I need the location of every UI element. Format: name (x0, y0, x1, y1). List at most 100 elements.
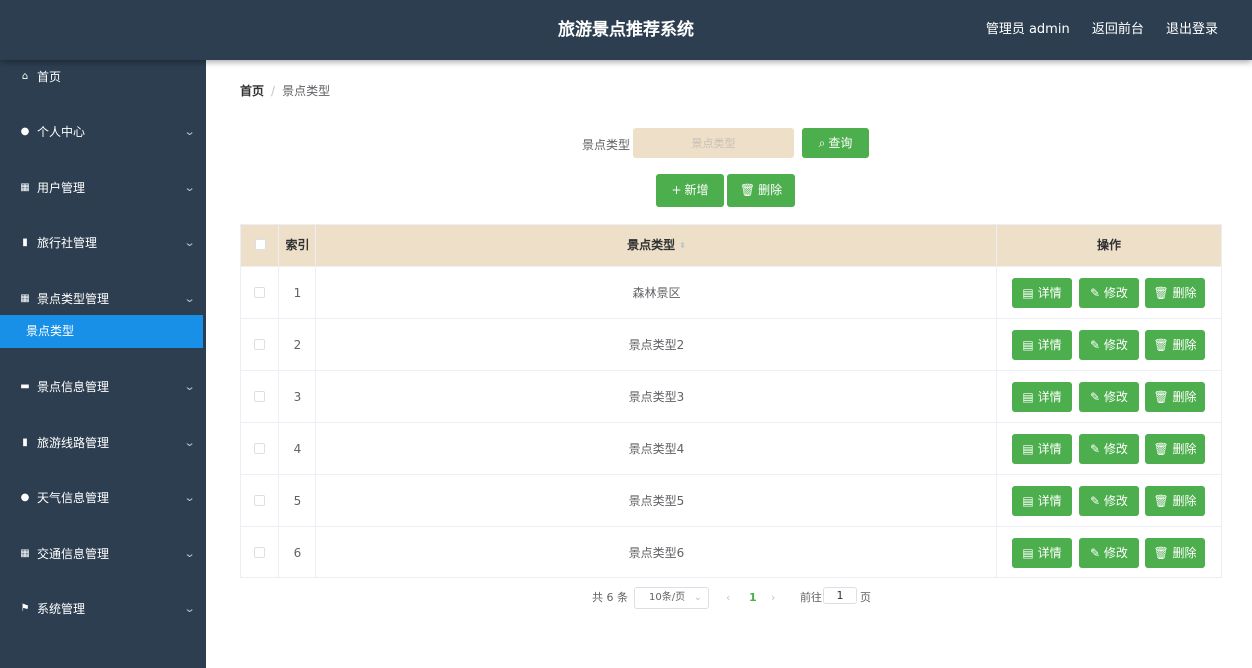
sidebar-item-home[interactable]: ⌂ 首页 (0, 61, 206, 93)
breadcrumb-separator: / (271, 84, 276, 98)
detail-button-label: 详情 (1037, 390, 1062, 404)
page-number-current[interactable]: 1 (749, 588, 757, 608)
row-checkbox[interactable] (254, 339, 265, 350)
sidebar-item-label: 交通信息管理 (37, 547, 110, 561)
sidebar-item-travel-agency[interactable]: ▮ 旅行社管理 ⌄ (0, 227, 206, 259)
batch-delete-button[interactable]: 🗑 删除 (727, 174, 795, 207)
row-index: 3 (293, 390, 302, 404)
pencil-icon: ✎ (1090, 546, 1104, 560)
sidebar-item-scenic-type-management[interactable]: ▦ 景点类型管理 ⌄ (0, 283, 206, 315)
row-index: 5 (293, 494, 302, 508)
chevron-down-icon: ⌄ (183, 436, 196, 449)
row-checkbox[interactable] (254, 495, 265, 506)
sidebar-item-weather-info[interactable]: ● 天气信息管理 ⌄ (0, 482, 206, 514)
back-to-frontend-link[interactable]: 返回前台 (1092, 22, 1144, 37)
column-header-type[interactable]: 景点类型 ⬍ (316, 225, 997, 266)
clipboard-icon: ▮ (22, 237, 28, 248)
goto-page-input[interactable]: 1 (823, 587, 857, 604)
trash-icon: 🗑 (1153, 390, 1173, 404)
row-scenic-type: 景点类型5 (628, 494, 685, 508)
delete-button[interactable]: 🗑 删除 (1145, 330, 1205, 360)
edit-button-label: 修改 (1103, 390, 1128, 404)
chevron-down-icon: ⌄ (693, 592, 702, 603)
clipboard-icon: ▮ (22, 437, 28, 448)
edit-button[interactable]: ✎ 修改 (1079, 486, 1139, 516)
detail-button[interactable]: ▤ 详情 (1012, 382, 1072, 412)
column-header-index: 索引 (285, 238, 310, 252)
delete-button-label: 删除 (1172, 442, 1197, 456)
goto-label: 前往 (800, 591, 822, 604)
sidebar-item-system-management[interactable]: ⚑ 系统管理 ⌄ (0, 593, 206, 625)
detail-button[interactable]: ▤ 详情 (1012, 434, 1072, 464)
sidebar-subitem-scenic-type[interactable]: 景点类型 (0, 315, 203, 348)
sort-icon[interactable]: ⬍ (679, 225, 686, 266)
delete-button-label: 删除 (1172, 286, 1197, 300)
row-checkbox[interactable] (254, 443, 265, 454)
admin-user-label[interactable]: 管理员 admin (986, 22, 1070, 37)
row-index: 1 (293, 286, 302, 300)
sidebar-item-travel-route[interactable]: ▮ 旅游线路管理 ⌄ (0, 427, 206, 459)
delete-button[interactable]: 🗑 删除 (1145, 382, 1205, 412)
delete-button[interactable]: 🗑 删除 (1145, 486, 1205, 516)
breadcrumb-home[interactable]: 首页 (240, 84, 264, 98)
row-scenic-type: 森林景区 (632, 286, 681, 300)
detail-button[interactable]: ▤ 详情 (1012, 330, 1072, 360)
edit-button[interactable]: ✎ 修改 (1079, 434, 1139, 464)
sidebar-item-personal-center[interactable]: ● 个人中心 ⌄ (0, 116, 206, 148)
edit-button[interactable]: ✎ 修改 (1079, 382, 1139, 412)
next-page-icon[interactable]: › (771, 588, 775, 608)
sidebar-item-label: 用户管理 (37, 181, 86, 195)
add-button[interactable]: + 新增 (656, 174, 724, 207)
delete-button[interactable]: 🗑 删除 (1145, 278, 1205, 308)
sidebar-item-scenic-info[interactable]: ▬ 景点信息管理 ⌄ (0, 371, 206, 403)
pagination-total: 共 6 条 (592, 591, 628, 604)
document-icon: ▤ (1022, 390, 1038, 404)
row-checkbox[interactable] (254, 287, 265, 298)
grid-icon: ▦ (20, 182, 30, 193)
sidebar-item-label: 景点类型管理 (37, 292, 110, 306)
detail-button[interactable]: ▤ 详情 (1012, 486, 1072, 516)
delete-button[interactable]: 🗑 删除 (1145, 538, 1205, 568)
row-index: 6 (293, 546, 302, 560)
detail-button-label: 详情 (1037, 494, 1062, 508)
sidebar: ⌂ 首页 ● 个人中心 ⌄ ▦ 用户管理 ⌄ ▮ 旅行社管理 ⌄ ▦ 景点类型管… (0, 60, 206, 668)
trash-icon: 🗑 (739, 183, 756, 197)
chevron-down-icon: ⌄ (183, 602, 196, 615)
grid-icon: ▦ (20, 293, 30, 304)
detail-button[interactable]: ▤ 详情 (1012, 538, 1072, 568)
delete-button[interactable]: 🗑 删除 (1145, 434, 1205, 464)
header-links: 管理员 admin 返回前台 退出登录 (968, 0, 1218, 60)
detail-button-label: 详情 (1037, 442, 1062, 456)
select-all-checkbox[interactable] (255, 239, 266, 250)
prev-page-icon[interactable]: ‹ (726, 588, 730, 608)
scenic-type-search-input[interactable] (633, 128, 794, 158)
ticket-icon: ▬ (20, 381, 30, 392)
row-scenic-type: 景点类型6 (628, 546, 685, 560)
sidebar-item-traffic-info[interactable]: ▦ 交通信息管理 ⌄ (0, 538, 206, 570)
sidebar-item-user-management[interactable]: ▦ 用户管理 ⌄ (0, 172, 206, 204)
edit-button[interactable]: ✎ 修改 (1079, 538, 1139, 568)
breadcrumb: 首页 / 景点类型 (240, 82, 330, 99)
edit-button-label: 修改 (1103, 338, 1128, 352)
detail-button[interactable]: ▤ 详情 (1012, 278, 1072, 308)
trash-icon: 🗑 (1153, 494, 1173, 508)
table-row: 3 景点类型3 ▤ 详情 ✎ 修改 🗑 删除 (241, 370, 1221, 422)
row-checkbox[interactable] (254, 391, 265, 402)
page-size-select[interactable]: 10条/页 ⌄ (634, 587, 709, 609)
row-checkbox[interactable] (254, 547, 265, 558)
document-icon: ▤ (1022, 494, 1038, 508)
user-icon: ● (20, 126, 30, 137)
edit-button[interactable]: ✎ 修改 (1079, 278, 1139, 308)
search-label: 景点类型 (582, 138, 631, 152)
chevron-down-icon: ⌄ (183, 292, 196, 305)
delete-button-label: 删除 (1172, 546, 1197, 560)
home-icon: ⌂ (21, 71, 29, 82)
query-button[interactable]: ⌕ 查询 (802, 128, 869, 158)
chevron-down-icon: ⌄ (183, 547, 196, 560)
edit-button-label: 修改 (1103, 442, 1128, 456)
edit-button[interactable]: ✎ 修改 (1079, 330, 1139, 360)
pencil-icon: ✎ (1090, 390, 1104, 404)
logout-link[interactable]: 退出登录 (1166, 22, 1218, 37)
breadcrumb-current: 景点类型 (282, 84, 331, 98)
table-row: 1 森林景区 ▤ 详情 ✎ 修改 🗑 删除 (241, 266, 1221, 318)
